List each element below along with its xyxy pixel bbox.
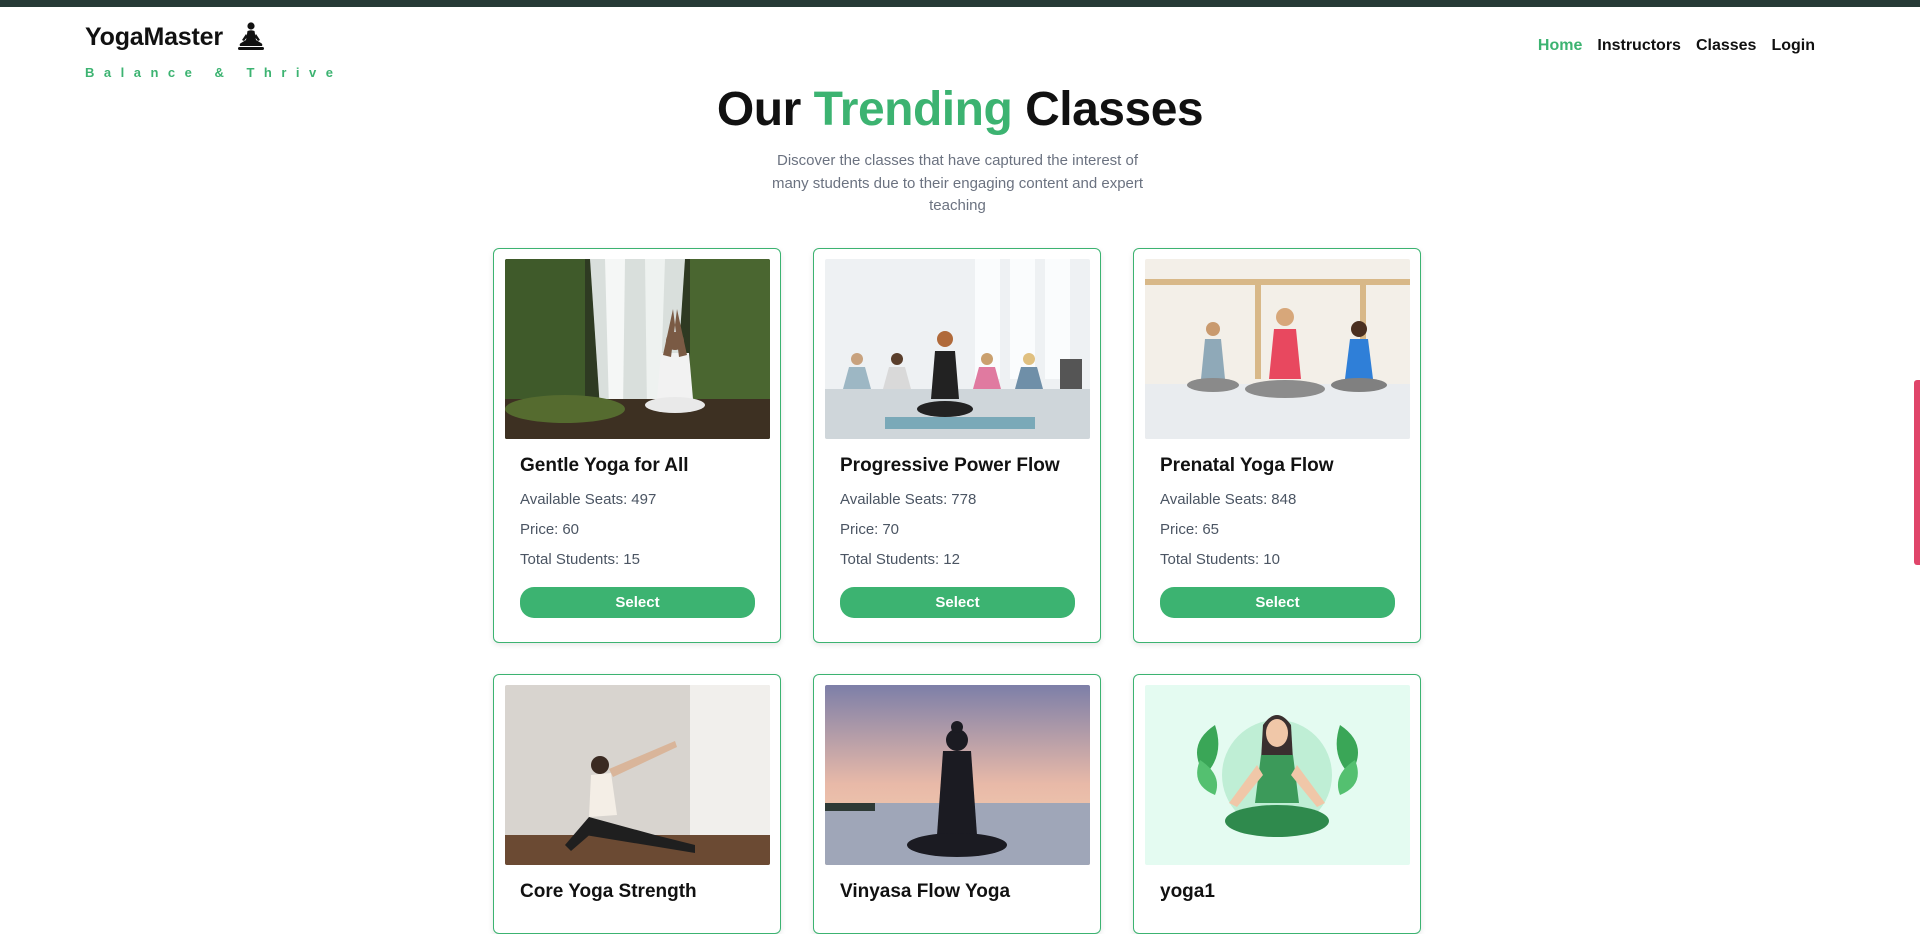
title-prefix: Our [716, 83, 801, 136]
price: Price: 65 [1160, 521, 1220, 538]
main-nav: Home Instructors Classes Login [1538, 37, 1815, 55]
available-seats: Available Seats: 848 [1160, 491, 1297, 508]
three-women-meditating-photo [1145, 259, 1410, 439]
available-seats: Available Seats: 497 [520, 491, 657, 508]
price: Price: 70 [840, 521, 900, 538]
meditation-icon [238, 22, 265, 50]
class-card: Progressive Power Flow Available Seats: 7… [813, 248, 1101, 643]
brand-name: YogaMaster [85, 22, 223, 51]
side-stretch-pose-photo [505, 685, 770, 865]
group-meditation-studio-photo [825, 259, 1090, 439]
logo[interactable]: YogaMaster Balance & Thrive [85, 21, 333, 80]
class-name: Progressive Power Flow [840, 455, 1060, 476]
title-suffix: Classes [1025, 83, 1204, 136]
select-button[interactable]: Select [840, 587, 1075, 618]
total-students: Total Students: 10 [1160, 551, 1280, 568]
class-card: Core Yoga Strength [493, 674, 781, 934]
class-card: yoga1 [1133, 674, 1421, 934]
select-button[interactable]: Select [1160, 587, 1395, 618]
illustrated-meditating-woman-with-leaves [1145, 685, 1410, 865]
nav-login[interactable]: Login [1771, 37, 1815, 55]
total-students: Total Students: 15 [520, 551, 640, 568]
price: Price: 60 [520, 521, 580, 538]
class-name: Prenatal Yoga Flow [1160, 455, 1334, 476]
title-accent: Trending [813, 83, 1013, 136]
section-description: Discover the classes that have captured … [771, 152, 1144, 214]
class-name: Core Yoga Strength [520, 881, 697, 902]
scrollbar-thumb[interactable] [1914, 380, 1920, 565]
class-name: Gentle Yoga for All [520, 455, 689, 476]
sunset-silhouette-meditation-photo [825, 685, 1090, 865]
nav-classes[interactable]: Classes [1696, 37, 1757, 55]
nav-instructors[interactable]: Instructors [1597, 37, 1681, 55]
class-card: Prenatal Yoga Flow Available Seats: 848 P… [1133, 248, 1421, 643]
class-card: Vinyasa Flow Yoga [813, 674, 1101, 934]
site-header: YogaMaster Balance & Thrive Home Instruc… [0, 7, 1920, 80]
total-students: Total Students: 12 [840, 551, 960, 568]
top-bar [0, 0, 1920, 7]
nav-home[interactable]: Home [1538, 37, 1582, 55]
available-seats: Available Seats: 778 [840, 491, 977, 508]
brand-tagline: Balance & Thrive [85, 65, 343, 80]
class-card: Gentle Yoga for All Available Seats: 497 … [493, 248, 781, 643]
class-name: Vinyasa Flow Yoga [840, 881, 1011, 902]
class-name: yoga1 [1160, 881, 1215, 902]
select-button[interactable]: Select [520, 587, 755, 618]
waterfall-meditation-photo [505, 259, 770, 439]
section-title: Our Trending Classes [0, 82, 1920, 137]
